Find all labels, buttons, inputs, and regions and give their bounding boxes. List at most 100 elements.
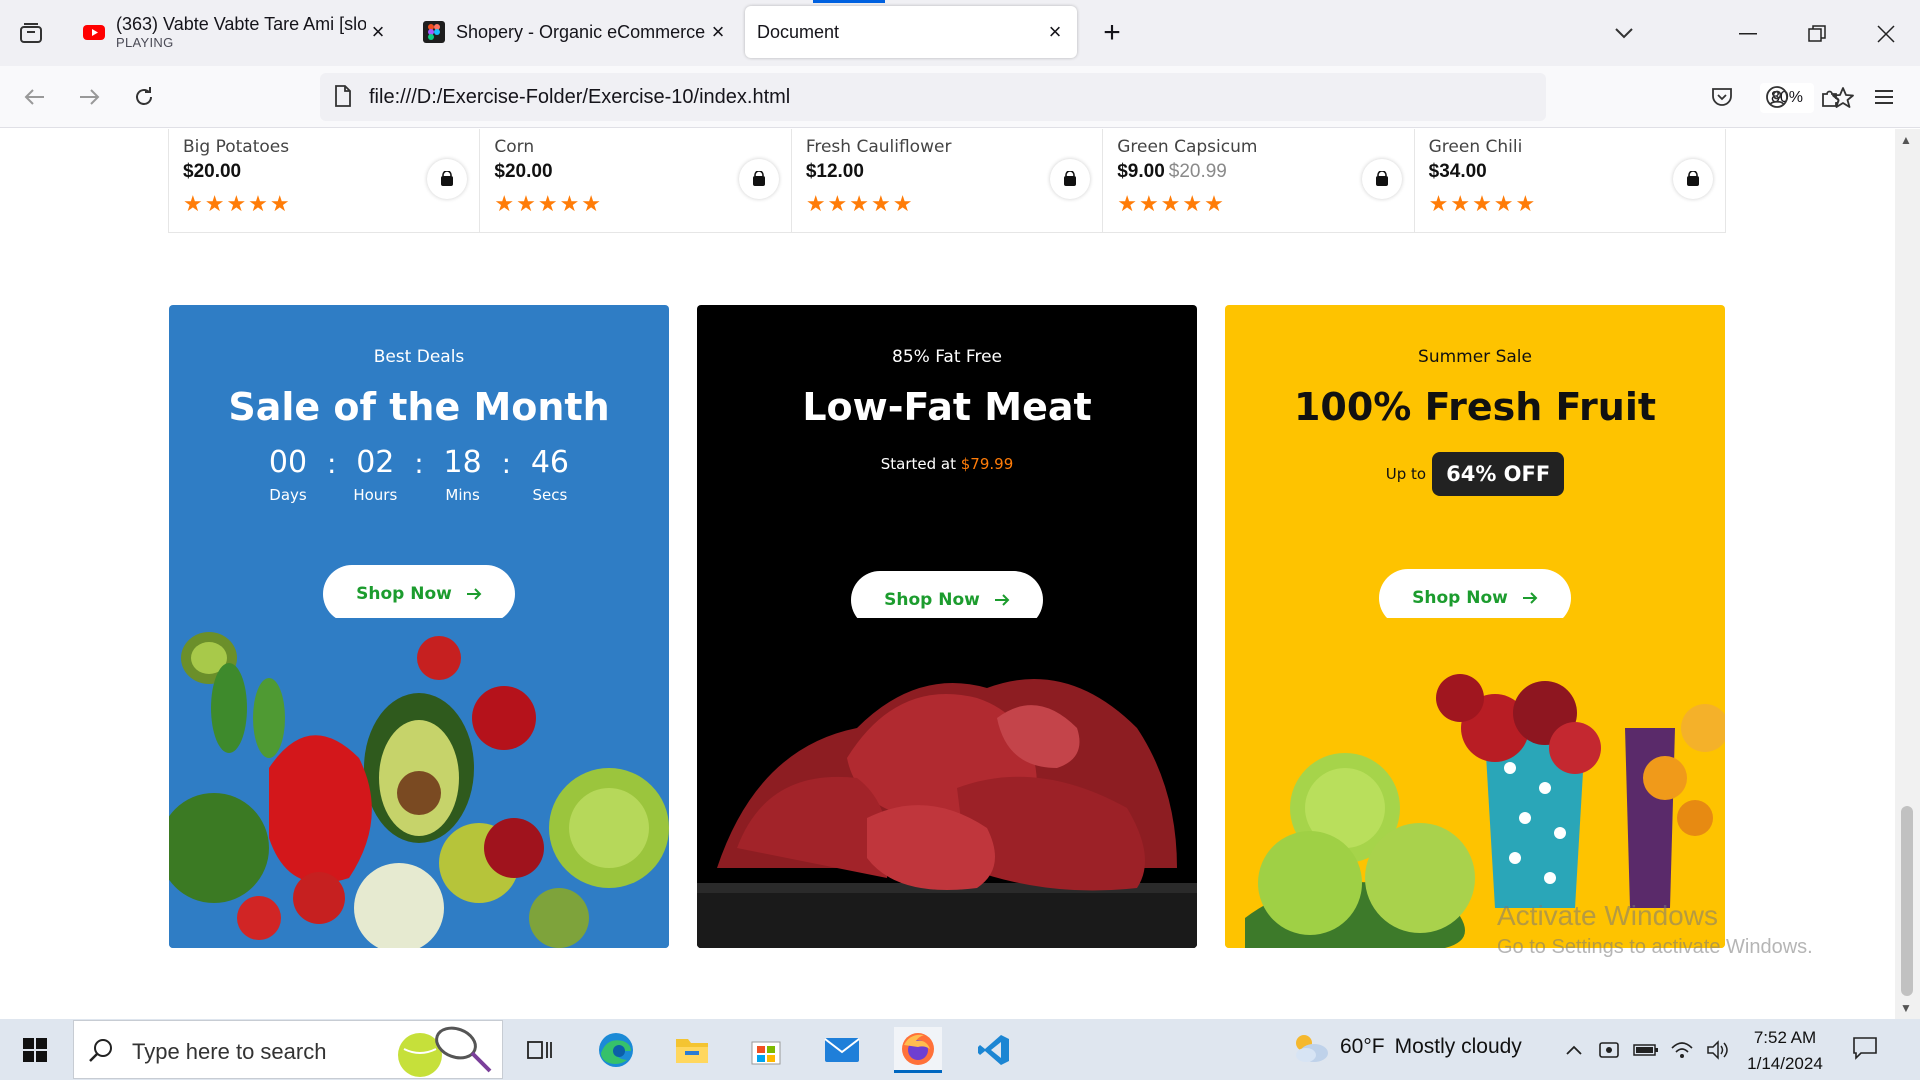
restore-icon[interactable] <box>1797 14 1837 54</box>
microsoft-store-icon[interactable] <box>742 1027 790 1073</box>
tab-document[interactable]: Document × <box>745 6 1077 58</box>
low-fat-meat-banner: 85% Fat Free Low-Fat Meat Started at $79… <box>697 305 1197 948</box>
product-name: Corn <box>494 137 535 157</box>
scroll-thumb[interactable] <box>1901 806 1913 996</box>
countdown-separator: : <box>326 447 337 480</box>
product-name: Green Chili <box>1428 137 1523 157</box>
browser-tab-bar: (363) Vabte Vabte Tare Ami [slo PLAYING … <box>0 0 1920 66</box>
rating-stars: ★★★★★ <box>805 191 915 216</box>
cloud-sun-icon <box>1296 1035 1328 1062</box>
product-card[interactable]: Big Potatoes $20.00 ★★★★★ <box>169 129 481 232</box>
sale-of-month-banner: Best Deals Sale of the Month 00 Days : 02… <box>169 305 669 948</box>
product-card[interactable]: Green Chili $34.00 ★★★★★ <box>1415 129 1725 232</box>
url-text: file:///D:/Exercise-Folder/Exercise-10/i… <box>369 86 791 108</box>
product-price: $34.00 <box>1428 161 1487 182</box>
add-to-cart-bag-icon[interactable] <box>1361 159 1402 199</box>
meat-image <box>697 618 1197 948</box>
discount-badge: 64% OFF <box>1432 452 1565 496</box>
started-at-text: Started at $79.99 <box>880 455 1014 473</box>
product-card[interactable]: Green Capsicum $9.00 $20.99 ★★★★★ <box>1103 129 1415 232</box>
menu-icon[interactable] <box>1865 78 1903 116</box>
banner-kicker: Summer Sale <box>1418 347 1532 367</box>
close-tab-icon[interactable]: × <box>706 19 730 44</box>
edge-browser-icon[interactable] <box>592 1027 640 1073</box>
countdown-separator: : <box>414 447 424 480</box>
tab-title: Document <box>757 21 840 42</box>
chevron-up-icon[interactable] <box>1560 1035 1588 1065</box>
youtube-icon <box>82 20 106 44</box>
countdown-timer: 00 Days : 02 Hours : 18 Mins : 46 Secs <box>259 445 579 504</box>
list-all-tabs-icon[interactable] <box>14 18 48 48</box>
discount-line: Up to 64% OFF <box>1225 452 1725 496</box>
product-price: $20.00 <box>183 161 242 182</box>
file-explorer-icon[interactable] <box>668 1027 716 1073</box>
banner-kicker: Best Deals <box>373 347 465 367</box>
taskbar-clock[interactable]: 7:52 AM 1/14/2024 <box>1740 1025 1830 1077</box>
extensions-icon[interactable] <box>1812 78 1850 116</box>
countdown-days: 00 Days <box>268 445 308 504</box>
product-price: $20.00 <box>494 161 553 182</box>
product-name: Green Capsicum <box>1117 137 1258 157</box>
product-old-price: $20.99 <box>1168 161 1227 182</box>
product-card[interactable]: Corn $20.00 ★★★★★ <box>480 129 792 232</box>
tab-youtube[interactable]: (363) Vabte Vabte Tare Ami [slo PLAYING … <box>70 6 400 58</box>
weather-widget[interactable]: 60°F Mostly cloudy <box>1290 1031 1522 1063</box>
fresh-fruit-banner: Summer Sale 100% Fresh Fruit Up to 64% O… <box>1225 305 1725 948</box>
search-placeholder: Type here to search <box>132 1039 327 1064</box>
task-view-icon[interactable] <box>516 1027 564 1073</box>
search-icon <box>88 1038 114 1069</box>
arrow-right-icon <box>466 588 482 600</box>
mail-icon[interactable] <box>818 1027 866 1073</box>
clock-date: 1/14/2024 <box>1747 1054 1823 1073</box>
scroll-up-icon[interactable]: ▲ <box>1900 133 1912 147</box>
minimize-icon[interactable] <box>1728 14 1768 54</box>
vertical-scrollbar[interactable]: ▲ ▼ <box>1895 129 1920 1019</box>
close-tab-icon[interactable]: × <box>366 19 390 44</box>
windows-start-icon[interactable] <box>12 1033 58 1067</box>
fruit-image <box>1225 618 1725 948</box>
tennis-racket-icon <box>394 1023 494 1080</box>
close-tab-icon[interactable]: × <box>1043 19 1067 44</box>
started-price: $79.99 <box>960 455 1014 473</box>
product-name: Fresh Cauliflower <box>805 137 952 157</box>
vscode-icon[interactable] <box>970 1027 1018 1073</box>
countdown-mins: 18 Mins <box>443 445 482 504</box>
arrow-right-icon <box>1522 592 1538 604</box>
tab-title: (363) Vabte Vabte Tare Ami [slo <box>116 14 366 34</box>
tab-indicator <box>813 0 885 3</box>
wifi-icon[interactable] <box>1668 1035 1696 1065</box>
firefox-icon[interactable] <box>894 1027 942 1073</box>
taskbar-search-box[interactable]: Type here to search <box>73 1020 503 1079</box>
tab-title: Shopery - Organic eCommerce <box>456 21 706 42</box>
add-to-cart-bag-icon[interactable] <box>1673 159 1714 199</box>
chevron-down-icon[interactable] <box>1608 18 1640 48</box>
shop-now-button[interactable]: Shop Now <box>323 565 515 623</box>
product-card[interactable]: Fresh Cauliflower $12.00 ★★★★★ <box>792 129 1104 232</box>
reload-icon[interactable] <box>125 78 163 116</box>
product-price: $9.00 $20.99 <box>1117 161 1227 182</box>
notification-center-icon[interactable] <box>1852 1035 1878 1066</box>
arrow-right-icon <box>994 594 1010 606</box>
back-arrow-icon[interactable] <box>16 78 54 116</box>
banner-title: Low-Fat Meat <box>802 385 1092 429</box>
page-icon <box>334 85 352 112</box>
account-icon[interactable] <box>1758 78 1796 116</box>
tab-shopery[interactable]: Shopery - Organic eCommerce × <box>410 6 740 58</box>
close-window-icon[interactable] <box>1866 14 1906 54</box>
pocket-icon[interactable] <box>1703 78 1741 116</box>
battery-icon[interactable] <box>1632 1035 1660 1065</box>
scroll-down-icon[interactable]: ▼ <box>1900 1001 1912 1015</box>
forward-arrow-icon[interactable] <box>70 78 108 116</box>
tab-playing-label: PLAYING <box>116 35 174 50</box>
url-bar[interactable]: file:///D:/Exercise-Folder/Exercise-10/i… <box>320 73 1854 121</box>
meet-now-icon[interactable] <box>1596 1035 1624 1065</box>
volume-icon[interactable] <box>1704 1035 1732 1065</box>
add-to-cart-bag-icon[interactable] <box>738 159 779 199</box>
rating-stars: ★★★★★ <box>494 191 604 216</box>
activate-windows-watermark: Activate Windows Go to Settings to activ… <box>1497 900 1813 958</box>
new-tab-icon[interactable]: + <box>1095 16 1129 50</box>
weather-temp: 60°F <box>1340 1035 1385 1058</box>
add-to-cart-bag-icon[interactable] <box>1050 159 1091 199</box>
product-name: Big Potatoes <box>183 137 290 157</box>
page-viewport: Big Potatoes $20.00 ★★★★★ Corn $20.00 ★★… <box>0 129 1895 1019</box>
